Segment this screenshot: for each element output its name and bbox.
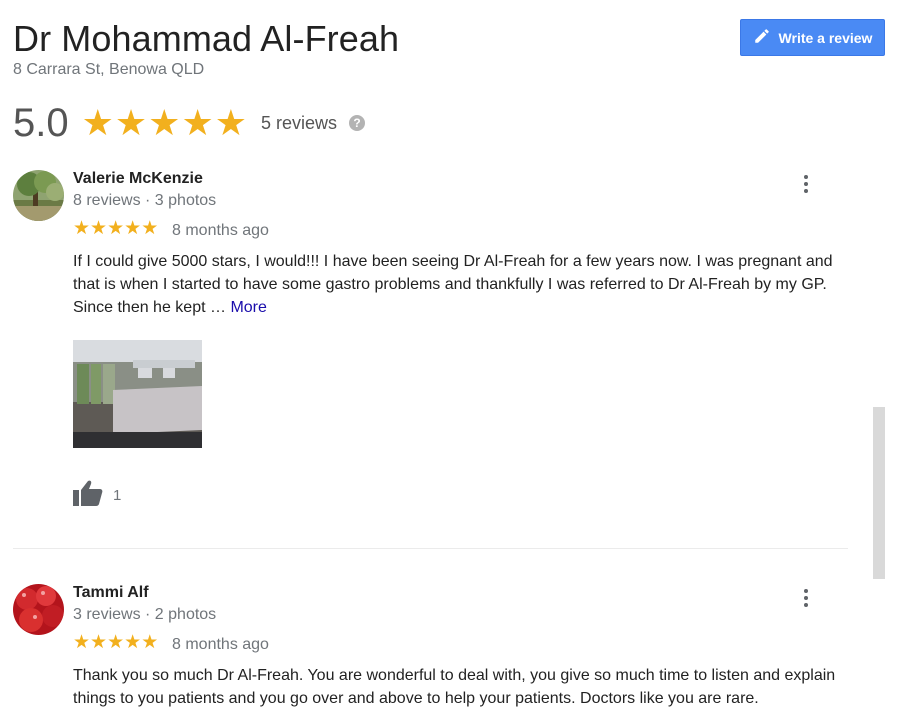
star-icon: ★	[81, 102, 114, 143]
help-icon[interactable]: ?	[349, 115, 366, 131]
scrollbar[interactable]	[873, 407, 885, 579]
average-rating: 5.0	[13, 100, 69, 145]
business-title: Dr Mohammad Al-Freah	[13, 18, 400, 59]
review-count: 5 reviews	[261, 112, 338, 133]
reviewer-name[interactable]: Tammi Alf	[73, 584, 149, 602]
star-icon: ★	[90, 632, 108, 653]
avatar[interactable]	[13, 170, 64, 221]
star-icon: ★	[214, 102, 248, 143]
star-icon: ★	[73, 632, 91, 653]
star-icon: ★	[181, 102, 214, 143]
star-icon: ★	[107, 632, 125, 653]
star-rating: ★ ★ ★ ★ ★	[82, 105, 247, 141]
review-item: Valerie McKenzie 8 reviews · 3 photos ★ …	[13, 170, 848, 510]
reviewer-name[interactable]: Valerie McKenzie	[73, 170, 203, 188]
avatar[interactable]	[13, 584, 64, 635]
review-item: Tammi Alf 3 reviews · 2 photos ★ ★ ★ ★ ★…	[13, 584, 848, 716]
more-vert-icon[interactable]	[798, 172, 814, 196]
star-icon: ★	[141, 632, 159, 653]
review-photo[interactable]	[73, 340, 202, 448]
star-icon: ★	[90, 218, 108, 239]
star-icon: ★	[124, 632, 142, 653]
star-icon: ★	[124, 218, 142, 239]
review-time: 8 months ago	[172, 636, 269, 653]
reviewer-meta: 3 reviews · 2 photos	[73, 606, 217, 623]
more-vert-icon[interactable]	[798, 586, 814, 610]
review-body: If I could give 5000 stars, I would!!! I…	[73, 253, 833, 316]
write-review-button[interactable]: Write a review	[740, 19, 885, 56]
write-review-label: Write a review	[778, 29, 873, 46]
more-link[interactable]: More	[230, 299, 266, 316]
star-icon: ★	[141, 218, 159, 239]
thumbs-up-icon[interactable]	[73, 480, 103, 511]
star-icon: ★	[148, 102, 181, 143]
reviewer-meta: 8 reviews · 3 photos	[73, 192, 217, 209]
star-icon: ★	[107, 218, 125, 239]
pencil-icon	[753, 27, 771, 48]
reviews-panel: Dr Mohammad Al-Freah 8 Carrara St, Benow…	[0, 0, 900, 716]
review-divider	[13, 548, 848, 549]
review-time: 8 months ago	[172, 222, 269, 239]
star-icon: ★	[114, 102, 148, 143]
review-text: Thank you so much Dr Al-Freah. You are w…	[73, 664, 848, 710]
star-icon: ★	[73, 218, 91, 239]
rating-summary: 5.0 ★ ★ ★ ★ ★ 5 reviews ?	[13, 100, 366, 146]
review-body: Thank you so much Dr Al-Freah. You are w…	[73, 667, 836, 707]
review-stars: ★ ★ ★ ★ ★	[73, 633, 158, 652]
like-count: 1	[113, 487, 122, 504]
like-row: 1	[73, 480, 121, 511]
business-address: 8 Carrara St, Benowa QLD	[13, 61, 205, 78]
review-text: If I could give 5000 stars, I would!!! I…	[73, 250, 848, 319]
review-stars: ★ ★ ★ ★ ★	[73, 219, 158, 238]
